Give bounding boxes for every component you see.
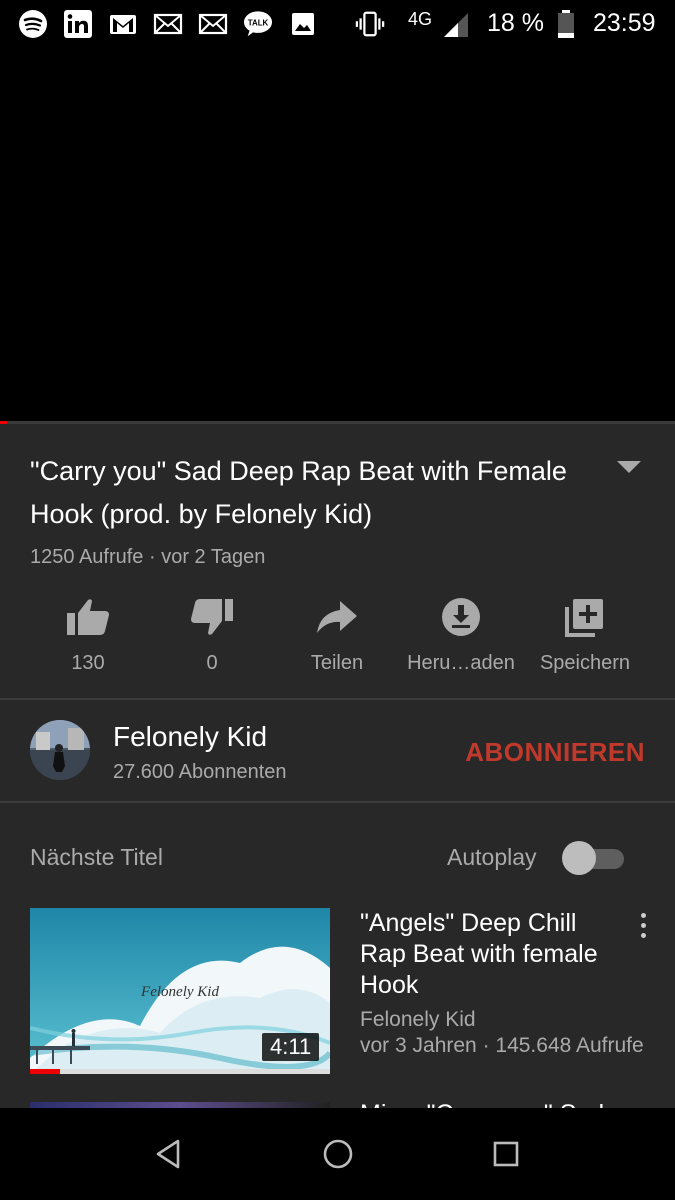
subscriber-count: 27.600 Abonnenten [113,761,287,783]
more-options-icon[interactable] [636,913,650,943]
clock: 23:59 [593,9,656,37]
svg-text:TALK: TALK [248,18,269,27]
watched-progress-bar [30,1069,330,1074]
thumbs-up-icon [23,592,153,642]
recommended-video-item[interactable]: Felonely Kid 4:11 "Angels" Deep Chill Ra… [0,908,675,1078]
channel-row[interactable]: Felonely Kid 27.600 Abonnenten ABONNIERE… [0,700,675,802]
recommended-video-channel: Felonely Kid [360,1008,476,1031]
thumbs-down-icon [147,592,277,642]
action-bar: 130 0 Teilen Heru…aden Speichern [0,592,675,692]
save-button[interactable]: Speichern [520,592,650,675]
channel-name[interactable]: Felonely Kid [113,721,267,753]
image-icon [288,9,318,39]
dislike-count: 0 [206,652,218,674]
battery-icon [551,9,581,39]
svg-text:Felonely Kid: Felonely Kid [140,984,219,1000]
like-button[interactable]: 130 [23,592,153,675]
divider [0,801,675,803]
expand-description-icon[interactable] [617,461,641,473]
status-bar: TALK 4G 18 % 23:59 [0,0,675,48]
save-label: Speichern [539,652,631,674]
vibrate-icon [355,9,385,39]
share-icon [272,592,402,642]
video-player[interactable] [0,48,675,421]
dislike-button[interactable]: 0 [147,592,277,675]
video-title[interactable]: "Carry you" Sad Deep Rap Beat with Femal… [30,450,600,536]
navigation-bar [0,1108,675,1200]
channel-avatar[interactable] [30,720,90,780]
recommended-video-title[interactable]: "Angels" Deep Chill Rap Beat with female… [360,908,620,1001]
battery-percent: 18 % [487,9,544,37]
mail-icon [153,9,183,39]
up-next-heading: Nächste Titel [30,844,163,870]
add-to-playlist-icon [520,592,650,642]
share-button[interactable]: Teilen [272,592,402,675]
watched-progress-fill [30,1069,60,1074]
subscribe-button[interactable]: ABONNIEREN [465,737,645,768]
autoplay-label: Autoplay [447,844,537,870]
like-count: 130 [71,652,105,674]
download-icon [396,592,526,642]
share-label: Teilen [310,652,364,674]
home-icon[interactable] [320,1136,356,1172]
network-type: 4G [408,9,433,29]
download-button[interactable]: Heru…aden [396,592,526,675]
autoplay-toggle[interactable] [562,841,624,875]
video-meta: 1250 Aufrufe · vor 2 Tagen [30,546,266,568]
back-icon[interactable] [150,1136,186,1172]
video-duration: 4:11 [262,1033,320,1061]
spotify-icon [18,9,48,39]
next-video-title[interactable]: Mix – "Carry you" Sad [360,1100,604,1108]
recommended-video-meta: vor 3 Jahren · 145.648 Aufrufe [360,1034,644,1057]
download-label: Heru…aden [407,652,515,674]
gmail-icon [108,9,138,39]
recents-icon[interactable] [488,1136,524,1172]
linkedin-icon [63,9,93,39]
signal-icon [440,9,470,39]
toggle-knob [562,841,596,875]
mail-icon [198,9,228,39]
watch-panel: "Carry you" Sad Deep Rap Beat with Femal… [0,424,675,1108]
kakaotalk-icon: TALK [243,9,273,39]
